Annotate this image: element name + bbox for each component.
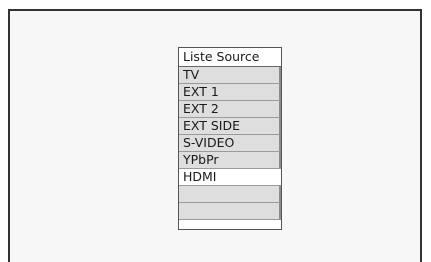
source-item-s-video[interactable]: S-VIDEO <box>179 135 281 152</box>
source-item-ext2[interactable]: EXT 2 <box>179 101 281 118</box>
source-item-tv[interactable]: TV <box>179 67 281 84</box>
source-item-ypbpr[interactable]: YPbPr <box>179 152 281 169</box>
tv-screen: Liste Source TV EXT 1 EXT 2 EXT SIDE S-V… <box>8 9 422 262</box>
source-item-ext1[interactable]: EXT 1 <box>179 84 281 101</box>
source-item-hdmi[interactable]: HDMI <box>179 169 281 186</box>
empty-slot <box>179 203 281 220</box>
empty-slot <box>179 186 281 203</box>
menu-bottom-bar <box>179 220 281 229</box>
menu-title: Liste Source <box>179 48 281 67</box>
source-item-ext-side[interactable]: EXT SIDE <box>179 118 281 135</box>
source-list-menu: Liste Source TV EXT 1 EXT 2 EXT SIDE S-V… <box>178 47 282 230</box>
